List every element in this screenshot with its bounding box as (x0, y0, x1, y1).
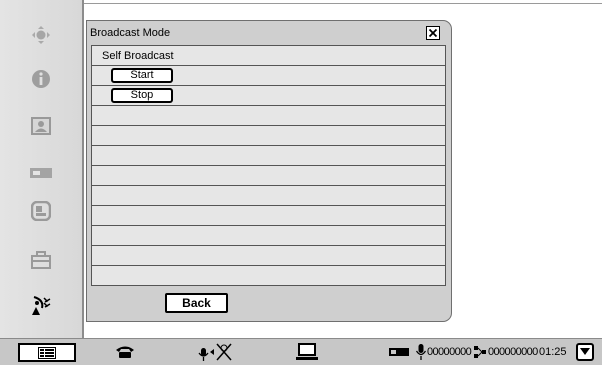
list-row[interactable]: Stop (91, 86, 446, 106)
statusbar-dropdown-button[interactable] (576, 343, 594, 361)
layout-icon[interactable] (26, 196, 56, 226)
list-row (91, 186, 446, 206)
list-row (91, 266, 446, 286)
back-button[interactable]: Back (165, 293, 228, 313)
mic-mute-icon[interactable] (198, 342, 232, 362)
list-row (91, 246, 446, 266)
camera-control-icon[interactable] (26, 20, 56, 50)
sidebar (0, 0, 82, 338)
mic-level-value: 00000000 (427, 346, 472, 358)
list-row[interactable]: Self Broadcast (91, 45, 446, 66)
menu-button[interactable] (18, 343, 76, 362)
start-button[interactable]: Start (111, 68, 173, 83)
list-row (91, 226, 446, 246)
list-row (91, 106, 446, 126)
mic-level-icon (416, 342, 426, 362)
list-row (91, 126, 446, 146)
list-row[interactable]: Start (91, 66, 446, 86)
dialog-title: Broadcast Mode (90, 27, 171, 39)
status-bar: 00000000 000000000 01:25 (0, 338, 602, 365)
phone-icon[interactable] (115, 342, 135, 362)
menu-list-icon (38, 346, 56, 359)
option-list: Self Broadcast Start Stop (91, 45, 446, 286)
network-icon (473, 342, 487, 362)
satellite-icon[interactable] (26, 290, 56, 320)
contact-icon[interactable] (26, 111, 56, 141)
close-icon (428, 28, 438, 38)
list-row (91, 206, 446, 226)
toolbox-icon[interactable] (26, 245, 56, 275)
network-level-value: 000000000 (488, 346, 538, 358)
close-button[interactable] (426, 26, 440, 40)
laptop-icon[interactable] (296, 342, 318, 362)
source-icon[interactable] (26, 158, 56, 188)
video-source-icon[interactable] (389, 342, 409, 362)
info-icon[interactable] (26, 64, 56, 94)
stop-button[interactable]: Stop (111, 88, 173, 103)
clock: 01:25 (539, 346, 567, 358)
self-broadcast-label: Self Broadcast (102, 50, 174, 62)
broadcast-mode-dialog: Broadcast Mode Self Broadcast Start Stop B… (86, 20, 452, 322)
chevron-down-icon (580, 348, 590, 355)
list-row (91, 166, 446, 186)
list-row (91, 146, 446, 166)
